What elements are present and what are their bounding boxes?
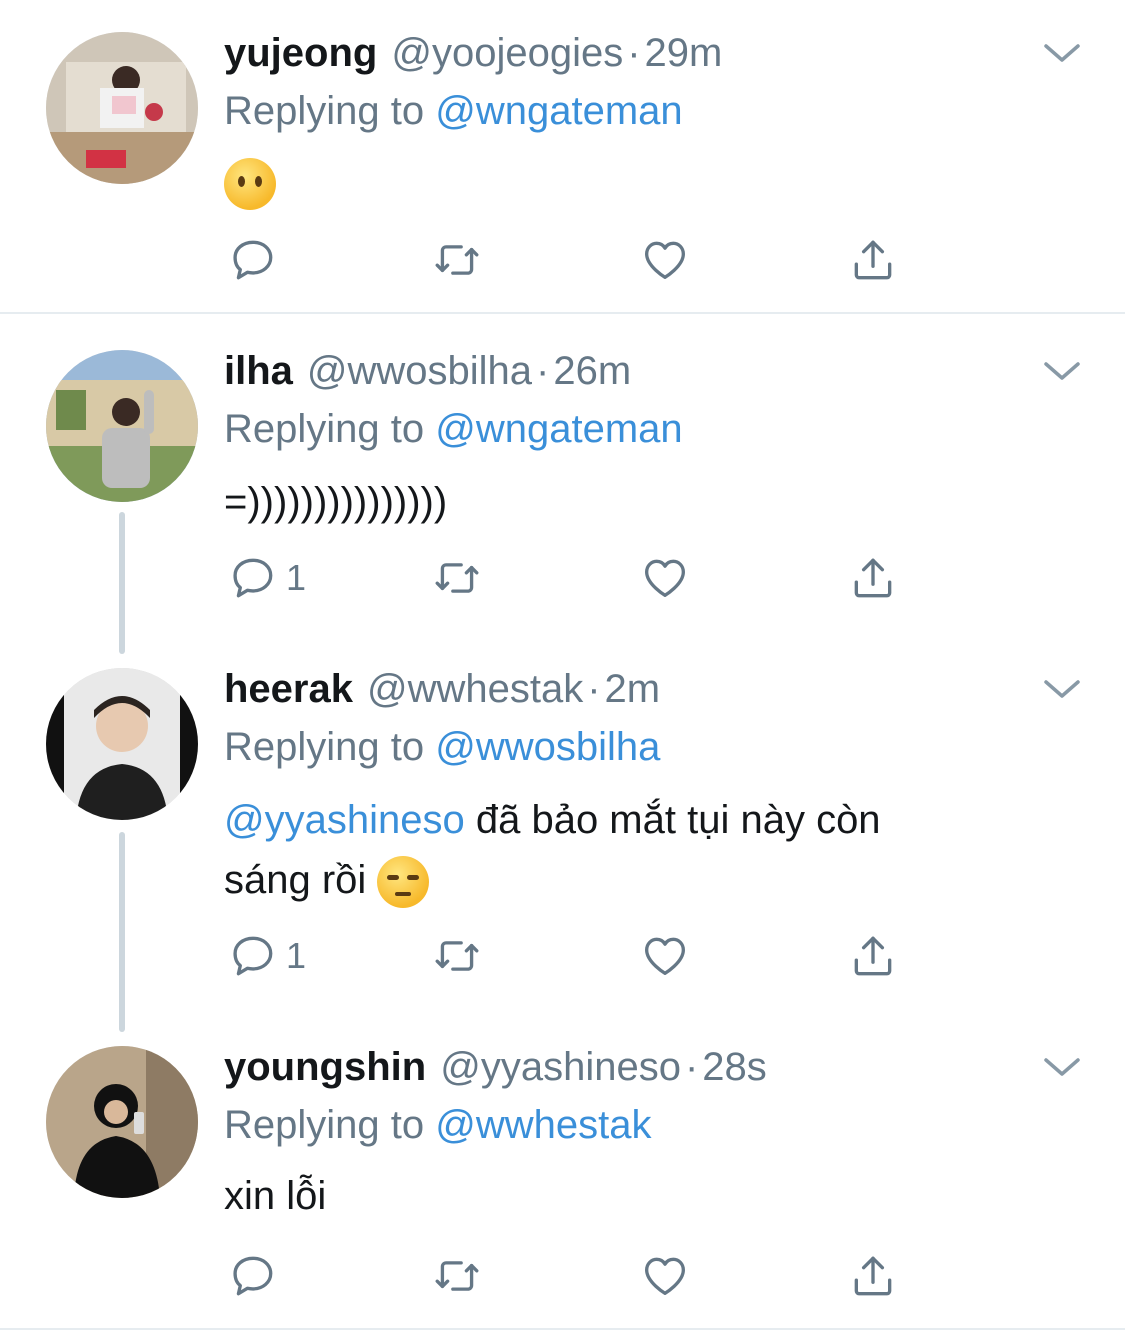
share-button[interactable] (848, 548, 898, 608)
tweet-yujeong[interactable]: yujeong @yoojeogies · 29m Replying to @wnga… (0, 0, 1125, 312)
chevron-down-icon[interactable] (1040, 356, 1084, 384)
tweet-header: heerak @wwhestak · 2m (224, 666, 660, 712)
reply-button[interactable]: 1 (228, 548, 306, 608)
user-handle[interactable]: @yoojeogies (391, 31, 623, 75)
tweet-header: yujeong @yoojeogies · 29m (224, 30, 722, 76)
avatar[interactable] (46, 32, 198, 184)
share-button[interactable] (848, 926, 898, 986)
reply-count: 1 (286, 935, 307, 976)
reply-icon (228, 553, 278, 603)
display-name[interactable]: ilha (224, 349, 293, 393)
tweet-text: @yyashineso đã bảo mắt tụi này còn sáng … (224, 790, 1014, 910)
tweet-actions: 1 (224, 926, 944, 986)
tweet-text: =))))))))))))))) (224, 480, 448, 524)
retweet-icon (432, 1251, 482, 1301)
unamused-face-emoji-icon (377, 856, 430, 909)
replying-mention-link[interactable]: @wwhestak (435, 1103, 651, 1147)
share-button[interactable] (848, 1246, 898, 1306)
share-button[interactable] (848, 230, 898, 290)
no-mouth-face-emoji-icon (224, 158, 276, 211)
reply-count: 1 (286, 557, 307, 598)
heart-icon (640, 931, 690, 981)
retweet-button[interactable] (432, 926, 482, 986)
tweet-actions (224, 1246, 944, 1306)
share-icon (848, 1251, 898, 1301)
retweet-icon (432, 931, 482, 981)
body-text-line1: đã bảo mắt tụi này còn (464, 798, 881, 842)
replying-label: Replying to (224, 407, 425, 451)
like-button[interactable] (640, 1246, 690, 1306)
heart-icon (640, 1251, 690, 1301)
replying-to: Replying to @wwhestak (224, 1102, 651, 1148)
replying-to: Replying to @wwosbilha (224, 724, 660, 770)
tweet-ilha[interactable]: ilha @wwosbilha · 26m Replying to @wngatema… (0, 314, 1125, 646)
replying-label: Replying to (224, 1103, 425, 1147)
replying-label: Replying to (224, 89, 425, 133)
heart-icon (640, 235, 690, 285)
tweet-text: xin lỗi (224, 1174, 327, 1218)
separator-dot: · (587, 667, 601, 711)
replying-label: Replying to (224, 725, 425, 769)
replying-to: Replying to @wngateman (224, 88, 683, 134)
like-button[interactable] (640, 230, 690, 290)
separator-dot: · (684, 1045, 699, 1089)
display-name[interactable]: heerak (224, 667, 353, 711)
display-name[interactable]: youngshin (224, 1045, 426, 1089)
reply-icon (228, 1251, 278, 1301)
tweet-text (224, 152, 1014, 212)
replying-mention-link[interactable]: @wwosbilha (435, 725, 660, 769)
timestamp[interactable]: 2m (605, 667, 661, 711)
timestamp[interactable]: 29m (645, 31, 723, 75)
reply-button[interactable]: 1 (228, 926, 306, 986)
heart-icon (640, 553, 690, 603)
avatar[interactable] (46, 1046, 198, 1198)
chevron-down-icon[interactable] (1040, 674, 1084, 702)
body-text-line2: sáng rồi (224, 858, 378, 902)
like-button[interactable] (640, 926, 690, 986)
avatar[interactable] (46, 668, 198, 820)
tweet-header: ilha @wwosbilha · 26m (224, 348, 631, 394)
body-mention-link[interactable]: @yyashineso (224, 798, 465, 842)
replying-to: Replying to @wngateman (224, 406, 683, 452)
tweet-actions: 1 (224, 548, 944, 608)
reply-button[interactable] (228, 230, 278, 290)
avatar[interactable] (46, 350, 198, 502)
retweet-button[interactable] (432, 548, 482, 608)
tweet-header: youngshin @yyashineso · 28s (224, 1044, 767, 1090)
reply-icon (228, 931, 278, 981)
share-icon (848, 931, 898, 981)
timestamp[interactable]: 28s (702, 1045, 767, 1089)
tweet-youngshin[interactable]: youngshin @yyashineso · 28s Replying to @ww… (0, 1024, 1125, 1330)
replying-mention-link[interactable]: @wngateman (435, 89, 682, 133)
chevron-down-icon[interactable] (1040, 38, 1084, 66)
retweet-button[interactable] (432, 230, 482, 290)
tweet-actions (224, 230, 944, 290)
reply-icon (228, 235, 278, 285)
like-button[interactable] (640, 548, 690, 608)
user-handle[interactable]: @yyashineso (440, 1045, 681, 1089)
separator-dot: · (627, 31, 641, 75)
separator-dot: · (536, 349, 550, 393)
retweet-icon (432, 553, 482, 603)
retweet-icon (432, 235, 482, 285)
reply-button[interactable] (228, 1246, 278, 1306)
tweet-divider (0, 1328, 1125, 1330)
tweet-heerak[interactable]: heerak @wwhestak · 2m Replying to @wwosbilh… (0, 646, 1125, 1024)
timestamp[interactable]: 26m (553, 349, 631, 393)
user-handle[interactable]: @wwosbilha (307, 349, 532, 393)
chevron-down-icon[interactable] (1040, 1052, 1084, 1080)
display-name[interactable]: yujeong (224, 31, 377, 75)
share-icon (848, 235, 898, 285)
user-handle[interactable]: @wwhestak (367, 667, 583, 711)
replying-mention-link[interactable]: @wngateman (435, 407, 682, 451)
retweet-button[interactable] (432, 1246, 482, 1306)
share-icon (848, 553, 898, 603)
